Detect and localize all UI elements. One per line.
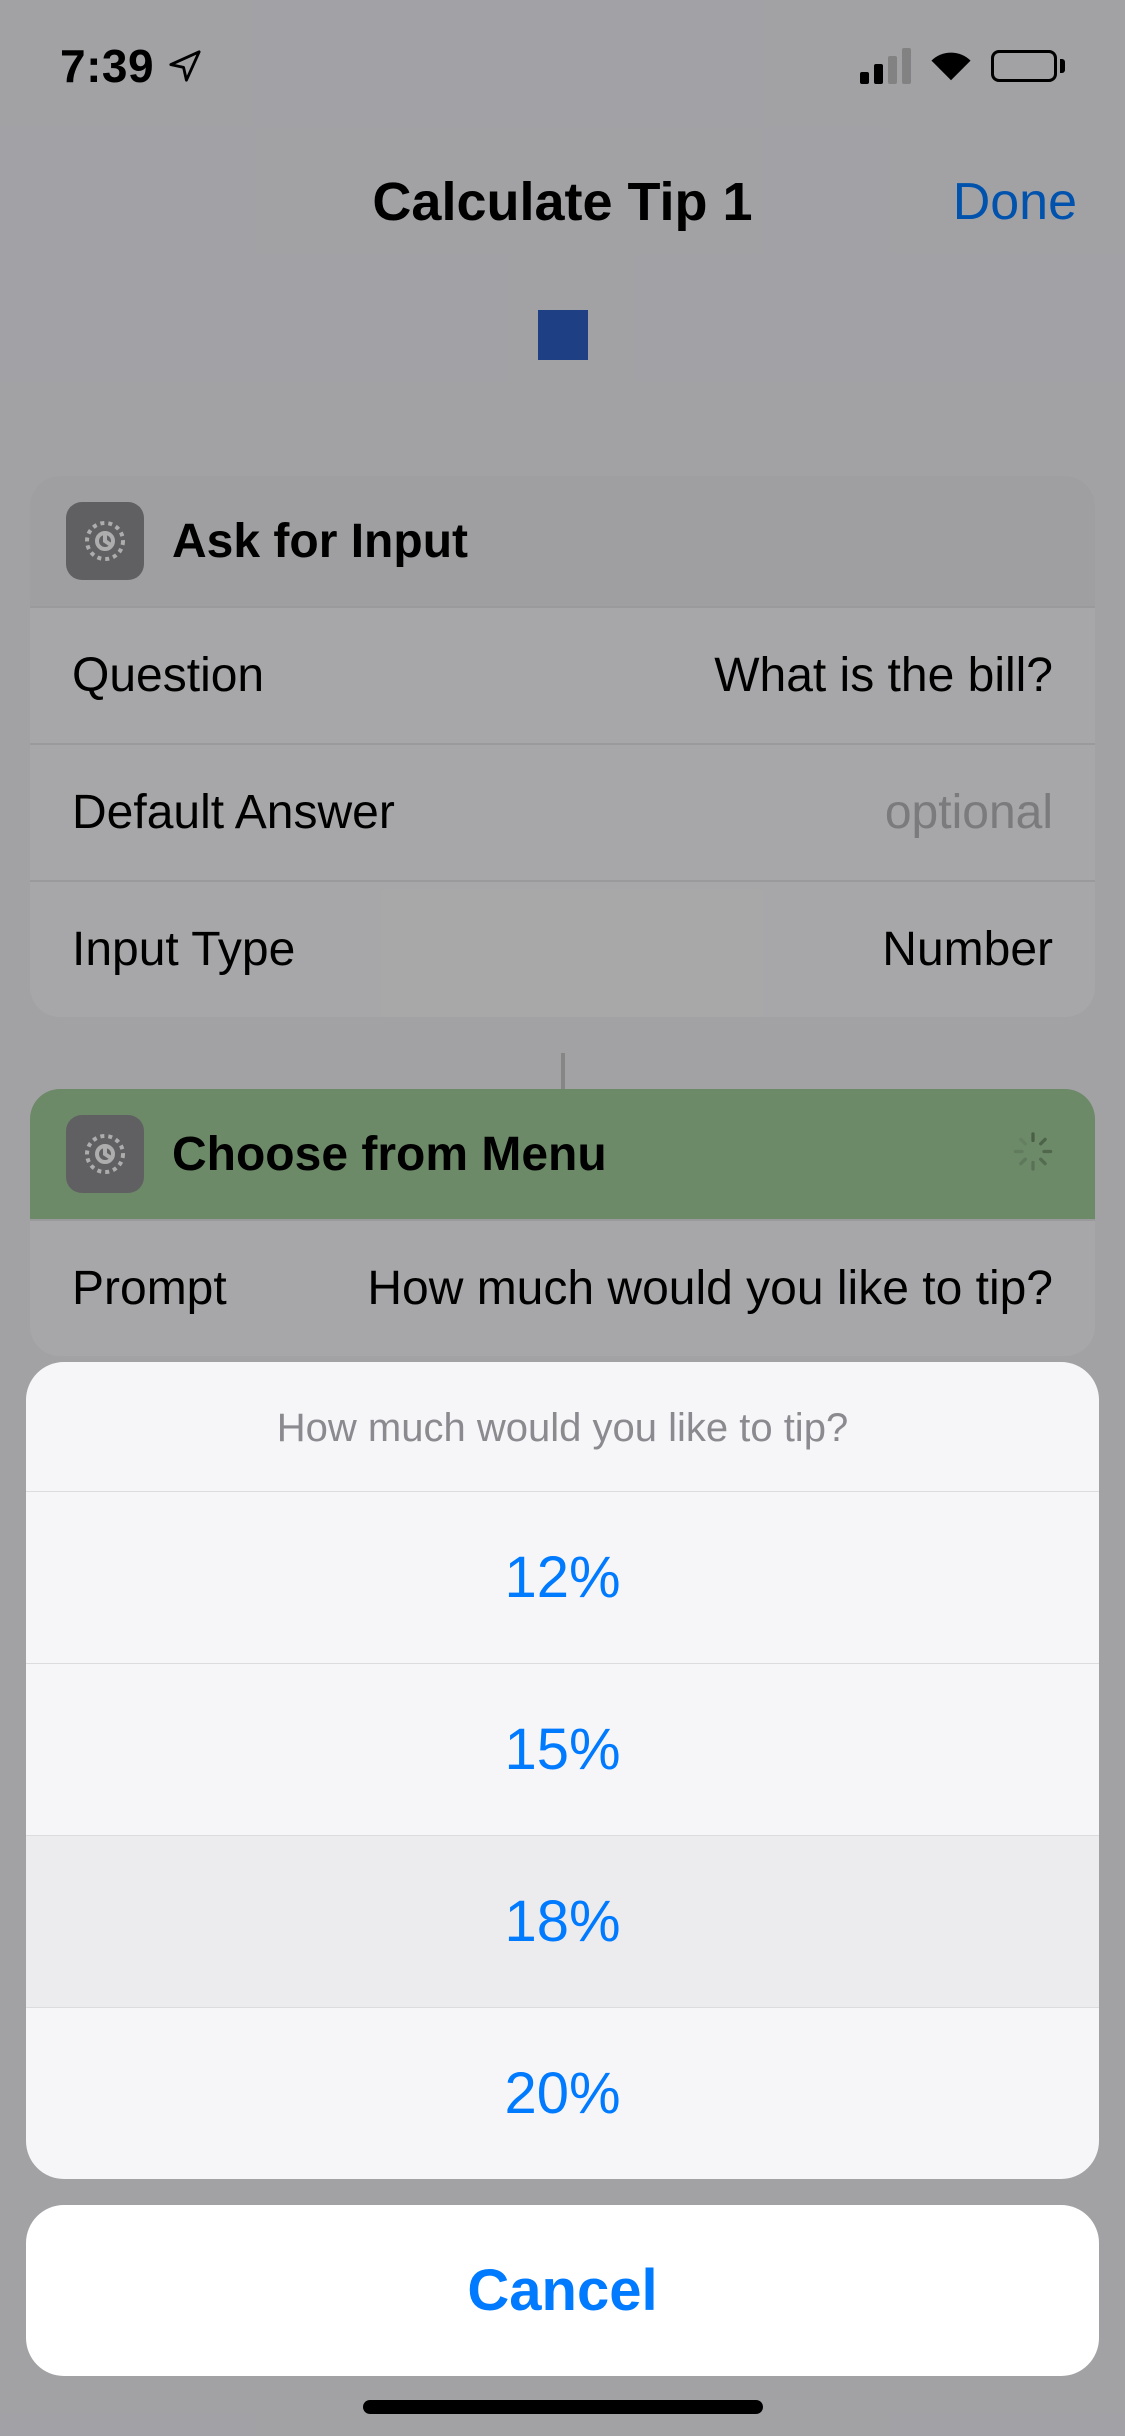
home-indicator[interactable]	[363, 2400, 763, 2414]
sheet-option-1[interactable]: 15%	[26, 1664, 1099, 1836]
action-sheet-panel: How much would you like to tip? 12% 15% …	[26, 1362, 1099, 2179]
sheet-option-3[interactable]: 20%	[26, 2008, 1099, 2179]
sheet-option-2[interactable]: 18%	[26, 1836, 1099, 2008]
cancel-button[interactable]: Cancel	[26, 2205, 1099, 2376]
action-sheet-title: How much would you like to tip?	[26, 1362, 1099, 1492]
sheet-option-0[interactable]: 12%	[26, 1492, 1099, 1664]
action-sheet: How much would you like to tip? 12% 15% …	[26, 1362, 1099, 2376]
